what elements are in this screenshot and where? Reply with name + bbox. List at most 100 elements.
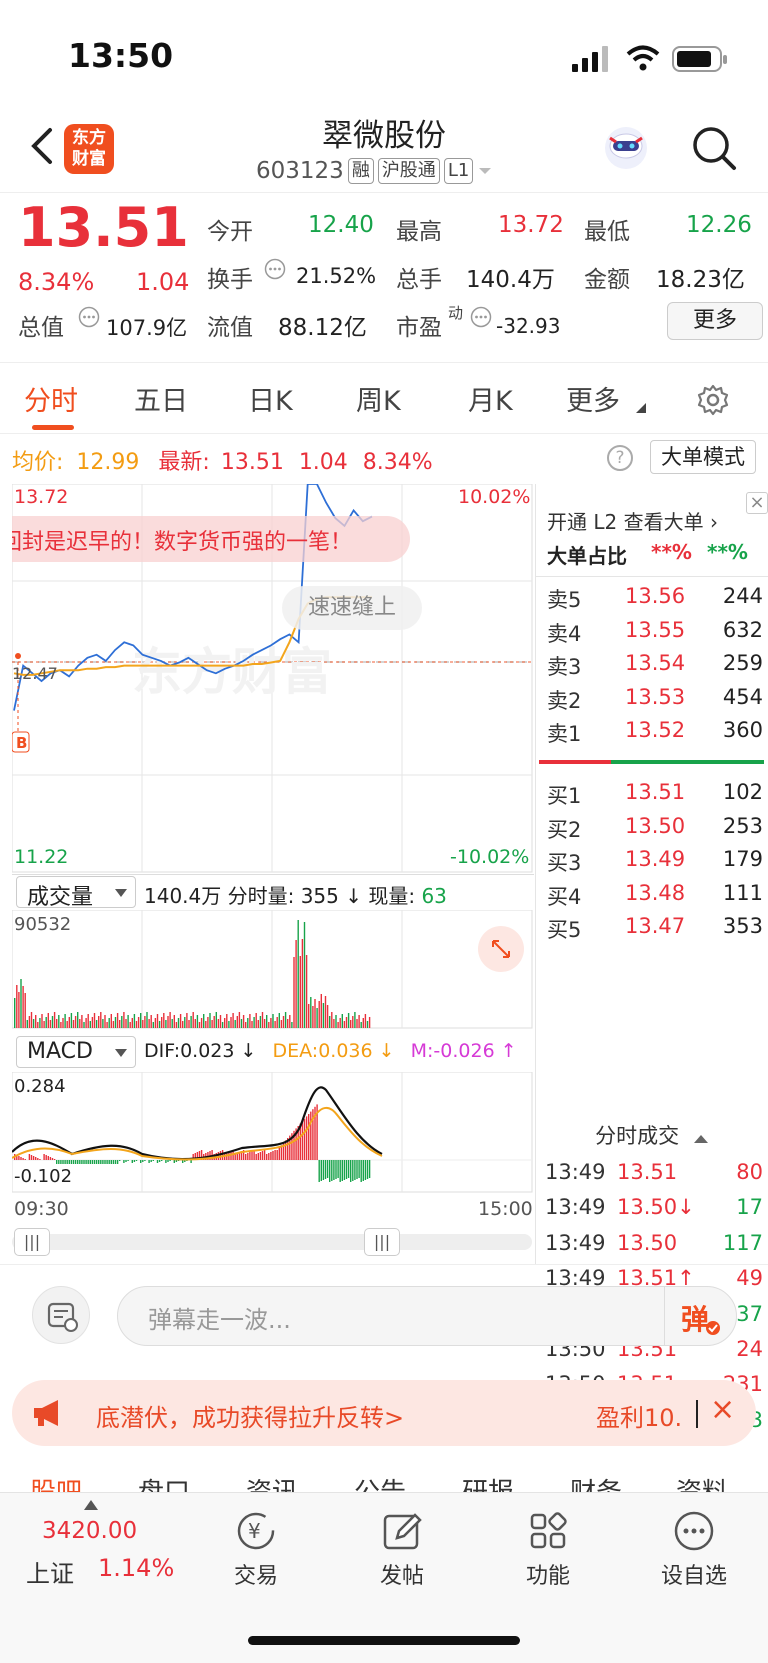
- macd-bar: [362, 1160, 364, 1181]
- trade-icon: ¥: [237, 1512, 275, 1550]
- more-quote-button[interactable]: 更多: [667, 302, 763, 340]
- expand-chart-button[interactable]: [478, 926, 524, 972]
- volume-bar: [188, 1020, 190, 1028]
- subtab-orderbook[interactable]: 盘口: [138, 1472, 190, 1492]
- sell-price: 13.54: [625, 651, 686, 675]
- info-dots-icon[interactable]: [264, 258, 286, 280]
- time-range-track[interactable]: [12, 1234, 532, 1250]
- macd-bar: [133, 1160, 136, 1162]
- volume-bar: [213, 1016, 215, 1028]
- sell-row[interactable]: 卖2 13.53 454: [545, 685, 763, 715]
- sell-row[interactable]: 卖5 13.56 244: [545, 584, 763, 614]
- volume-bar: [303, 922, 306, 1028]
- nav-trade[interactable]: ¥ 交易: [196, 1508, 316, 1590]
- volume-bar: [167, 1016, 169, 1028]
- buy-row[interactable]: 买1 13.51 102: [545, 780, 763, 810]
- l2-promo-link[interactable]: 开通 L2 查看大单 ›: [547, 506, 718, 535]
- volume-bar: [112, 1021, 115, 1028]
- buy-row[interactable]: 买3 13.49 179: [545, 847, 763, 877]
- buy-row[interactable]: 买2 13.50 253: [545, 814, 763, 844]
- macd-bar: [74, 1160, 77, 1164]
- subtab-forum[interactable]: 股吧: [30, 1472, 82, 1492]
- sell-row[interactable]: 卖3 13.54 259: [545, 651, 763, 681]
- volume-bar: [179, 1014, 182, 1028]
- buy-row[interactable]: 买4 13.48 111: [545, 881, 763, 911]
- index-pct[interactable]: 1.14%: [98, 1554, 174, 1582]
- dropdown-caret-icon[interactable]: [477, 166, 493, 176]
- volume-chart[interactable]: [12, 910, 534, 1030]
- dropdown-caret-icon: [115, 1049, 127, 1057]
- macd-bar: [326, 1160, 329, 1178]
- buy-row[interactable]: 买5 13.47 353: [545, 914, 763, 944]
- tab-intraday[interactable]: 分时: [24, 379, 78, 418]
- robot-assistant-icon[interactable]: [602, 124, 650, 172]
- subtab-finance[interactable]: 财务: [570, 1472, 622, 1492]
- volume-bar: [284, 1012, 287, 1028]
- tab-week-k[interactable]: 周K: [356, 379, 401, 418]
- chart-top-pct: 10.02%: [458, 486, 531, 508]
- volume-bar: [70, 1013, 73, 1028]
- macd-bar: [329, 1160, 331, 1182]
- sell-row[interactable]: 卖4 13.55 632: [545, 618, 763, 648]
- tick-volume: 17: [736, 1195, 763, 1220]
- volume-bar: [148, 1019, 150, 1028]
- danmu-bubble-1[interactable]: 回封是迟早的！数字货币强的一笔！: [12, 516, 410, 562]
- index-name[interactable]: 上证: [26, 1554, 74, 1589]
- tab-day-k[interactable]: 日K: [248, 379, 293, 418]
- nav-function-label: 功能: [525, 1564, 570, 1589]
- volume-bar: [140, 1013, 142, 1028]
- volume-bar: [104, 1015, 106, 1028]
- volume-bar: [135, 1021, 138, 1028]
- settings-icon[interactable]: [696, 383, 730, 417]
- danmu-send-button[interactable]: 弹: [664, 1286, 736, 1346]
- sell-price: 13.53: [625, 684, 686, 709]
- volume-dropdown[interactable]: 成交量: [16, 876, 136, 910]
- macd-bar: [234, 1154, 236, 1160]
- dropdown-caret-icon: [115, 889, 127, 897]
- tab-month-k[interactable]: 月K: [468, 379, 513, 418]
- macd-bar: [102, 1160, 104, 1164]
- volume-bar: [245, 1022, 247, 1028]
- range-handle-right[interactable]: |||: [364, 1228, 400, 1256]
- nav-watchlist[interactable]: 设自选: [634, 1508, 754, 1590]
- macd-dropdown[interactable]: MACD: [16, 1036, 136, 1068]
- subtab-research[interactable]: 研报: [462, 1472, 514, 1492]
- check-badge-icon: [706, 1321, 720, 1335]
- range-handle-left[interactable]: |||: [14, 1228, 50, 1256]
- tag-margin: 融: [347, 158, 374, 184]
- promo-close-icon[interactable]: ×: [710, 1392, 735, 1427]
- macd-bar: [247, 1153, 249, 1160]
- macd-chart[interactable]: [12, 1072, 534, 1194]
- help-icon[interactable]: ?: [607, 445, 633, 471]
- tab-more[interactable]: 更多: [566, 379, 620, 418]
- nav-post[interactable]: 发帖: [342, 1508, 462, 1590]
- danmu-settings-button[interactable]: [32, 1286, 90, 1344]
- sell-price: 13.52: [625, 718, 686, 742]
- index-value[interactable]: 3420.00: [42, 1518, 137, 1544]
- chart-bottom-pct: -10.02%: [450, 846, 530, 868]
- info-dots-icon[interactable]: [78, 306, 100, 328]
- volume-bar: [320, 994, 322, 1028]
- subtab-news[interactable]: 资讯: [246, 1472, 298, 1492]
- subtab-profile[interactable]: 资料: [676, 1472, 728, 1492]
- tick-row: 13:49 13.50 117: [545, 1231, 763, 1261]
- promo-text[interactable]: 底潜伏，成功获得拉升反转>: [96, 1398, 404, 1433]
- volume-bar: [207, 1017, 209, 1028]
- macd-bar: [64, 1160, 66, 1164]
- ticks-header[interactable]: 分时成交: [535, 1120, 768, 1150]
- danmu-bubble-2[interactable]: 速速缝上: [282, 586, 422, 630]
- buy-volume: 111: [722, 880, 763, 905]
- nav-function[interactable]: 功能: [488, 1508, 608, 1590]
- subtab-notice[interactable]: 公告: [354, 1472, 406, 1492]
- volume-bar: [77, 1012, 79, 1028]
- tab-five-day[interactable]: 五日: [134, 379, 188, 418]
- macd-dea: DEA:0.036 ↓: [272, 1040, 395, 1062]
- sell-row[interactable]: 卖1 13.52 360: [545, 718, 763, 748]
- volume-bar: [93, 1013, 96, 1028]
- search-icon[interactable]: [690, 124, 738, 172]
- volume-bar: [110, 1014, 112, 1028]
- info-dots-icon[interactable]: [470, 306, 492, 328]
- volume-bar: [261, 1012, 264, 1028]
- close-l2-icon[interactable]: ×: [746, 492, 768, 514]
- big-order-mode-button[interactable]: 大单模式: [650, 440, 756, 474]
